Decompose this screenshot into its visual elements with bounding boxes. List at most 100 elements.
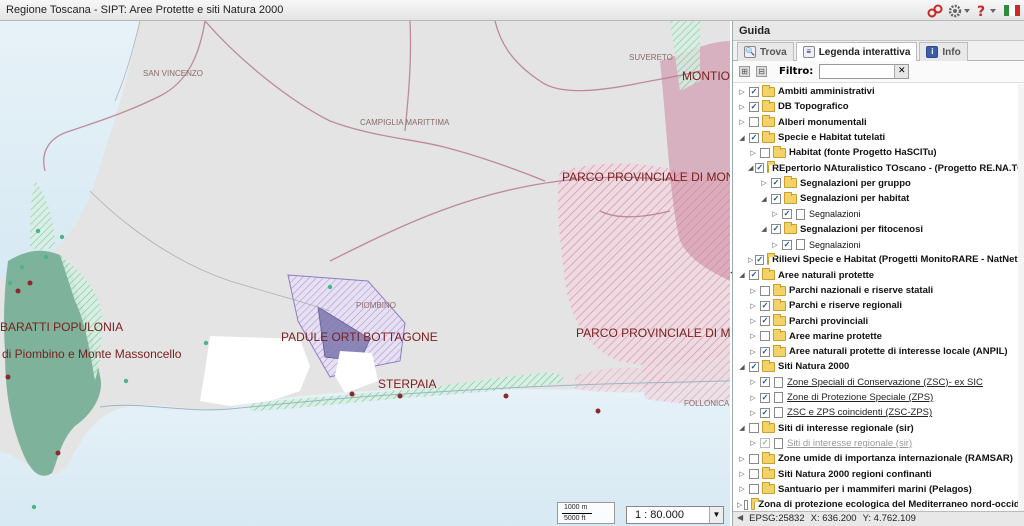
gear-icon[interactable] xyxy=(948,2,972,19)
expand-arrow-icon[interactable]: ▷ xyxy=(748,394,758,402)
layer-label[interactable]: Aree naturali protette xyxy=(778,270,874,281)
layer-label[interactable]: Segnalazioni per fitocenosi xyxy=(800,224,923,235)
collapse-all-icon[interactable]: ⊟ xyxy=(756,66,767,77)
layer-checkbox[interactable]: ✓ xyxy=(760,407,770,418)
layer-tree-row[interactable]: ▷ ✓ Aree naturali protette di interesse lo… xyxy=(733,344,1024,359)
layer-tree-row[interactable]: ◢ Siti di interesse regionale (sir) xyxy=(733,421,1024,436)
layer-label[interactable]: Habitat (fonte Progetto HaSCITu) xyxy=(789,147,937,158)
scroll-left-icon[interactable]: ◀ xyxy=(737,513,743,525)
layer-label[interactable]: Siti Natura 2000 xyxy=(778,361,849,372)
layer-tree-row[interactable]: ◢ ✓ Segnalazioni per fitocenosi xyxy=(733,222,1024,237)
layer-tree-row[interactable]: ▷ ✓ Rilievi Specie e Habitat (Progetti Mon… xyxy=(733,252,1024,267)
layer-tree-row[interactable]: ◢ ✓ Segnalazioni per habitat xyxy=(733,191,1024,206)
collapse-arrow-icon[interactable]: ◢ xyxy=(759,195,769,203)
expand-arrow-icon[interactable]: ▷ xyxy=(748,287,758,295)
help-icon[interactable]: ? xyxy=(976,2,1000,19)
layer-tree-row[interactable]: ◢ ✓ Siti Natura 2000 xyxy=(733,359,1024,374)
layer-label[interactable]: Alberi monumentali xyxy=(778,117,867,128)
layer-label[interactable]: Aree naturali protette di interesse loca… xyxy=(789,346,1008,357)
scale-select[interactable]: 1 : 80.000 ▼ xyxy=(626,506,724,524)
layer-label[interactable]: Rilievi Specie e Habitat (Progetti Monit… xyxy=(772,254,1024,265)
collapse-arrow-icon[interactable]: ◢ xyxy=(737,271,747,279)
layer-tree-row[interactable]: ▷ Parchi nazionali e riserve statali xyxy=(733,283,1024,298)
expand-arrow-icon[interactable]: ▷ xyxy=(737,455,747,463)
layer-label[interactable]: Zone di Protezione Speciale (ZPS) xyxy=(787,392,933,403)
layer-tree-row[interactable]: ▷ ✓ Segnalazioni xyxy=(733,206,1024,221)
clear-filter-icon[interactable]: ✕ xyxy=(894,65,909,78)
layer-checkbox[interactable]: ✓ xyxy=(760,438,770,449)
layer-tree-row[interactable]: ▷ Aree marine protette xyxy=(733,329,1024,344)
expand-arrow-icon[interactable]: ▷ xyxy=(759,179,769,187)
layer-label[interactable]: Zona di protezione ecologica del Mediter… xyxy=(758,499,1024,510)
tab-trova[interactable]: 🔍 Trova xyxy=(737,42,794,61)
layer-checkbox[interactable] xyxy=(749,117,759,128)
expand-arrow-icon[interactable]: ▷ xyxy=(748,439,758,447)
layer-tree-row[interactable]: ▷ Habitat (fonte Progetto HaSCITu) xyxy=(733,145,1024,160)
layer-label[interactable]: Siti di interesse regionale (sir) xyxy=(787,438,912,449)
layer-label[interactable]: Specie e Habitat tutelati xyxy=(778,132,885,143)
layer-checkbox[interactable]: ✓ xyxy=(782,209,792,220)
layer-tree-row[interactable]: ▷ ✓ Siti di interesse regionale (sir) xyxy=(733,436,1024,451)
layer-tree-row[interactable]: ▷ ✓ DB Topografico xyxy=(733,99,1024,114)
layer-label[interactable]: Segnalazioni xyxy=(809,209,861,219)
expand-arrow-icon[interactable]: ▷ xyxy=(748,348,758,356)
collapse-arrow-icon[interactable]: ◢ xyxy=(759,225,769,233)
layer-label[interactable]: Zone umide di importanza internazionale … xyxy=(778,453,1013,464)
layer-checkbox[interactable]: ✓ xyxy=(749,361,759,372)
expand-arrow-icon[interactable]: ▷ xyxy=(737,103,747,111)
layer-label[interactable]: Siti Natura 2000 regioni confinanti xyxy=(778,469,932,480)
layer-checkbox[interactable]: ✓ xyxy=(760,316,770,327)
expand-arrow-icon[interactable]: ▷ xyxy=(748,317,758,325)
expand-arrow-icon[interactable]: ▷ xyxy=(737,118,747,126)
expand-arrow-icon[interactable]: ▷ xyxy=(737,470,747,478)
layer-tree-row[interactable]: ▷ ✓ Zone Speciali di Conservazione (ZSC)- … xyxy=(733,375,1024,390)
layer-checkbox[interactable]: ✓ xyxy=(771,193,781,204)
layer-tree-row[interactable]: ◢ ✓ Aree naturali protette xyxy=(733,268,1024,283)
layer-checkbox[interactable] xyxy=(744,499,749,510)
layer-checkbox[interactable]: ✓ xyxy=(771,224,781,235)
expand-arrow-icon[interactable]: ▷ xyxy=(748,332,758,340)
map-view[interactable]: SAN VINCENZO CAMPIGLIA MARITTIMA SUVERET… xyxy=(0,21,730,526)
layer-label[interactable]: Santuario per i mammiferi marini (Pelago… xyxy=(778,484,972,495)
layer-label[interactable]: DB Topografico xyxy=(778,101,849,112)
layer-checkbox[interactable] xyxy=(749,469,759,480)
layer-tree-row[interactable]: ▷ ✓ Parchi provinciali xyxy=(733,313,1024,328)
layer-checkbox[interactable]: ✓ xyxy=(771,178,781,189)
layer-checkbox[interactable]: ✓ xyxy=(760,346,770,357)
map-canvas[interactable] xyxy=(0,21,730,526)
layer-tree-row[interactable]: ▷ Alberi monumentali xyxy=(733,115,1024,130)
layer-label[interactable]: Parchi e riserve regionali xyxy=(789,300,902,311)
layer-tree-row[interactable]: ▷ ✓ Zone di Protezione Speciale (ZPS) xyxy=(733,390,1024,405)
tab-legenda[interactable]: ≡ Legenda interattiva xyxy=(795,42,918,61)
tree-scrollbar[interactable] xyxy=(1018,84,1024,511)
link-icon[interactable] xyxy=(926,2,944,19)
collapse-arrow-icon[interactable]: ◢ xyxy=(737,424,747,432)
expand-arrow-icon[interactable]: ▷ xyxy=(748,409,758,417)
expand-arrow-icon[interactable]: ▷ xyxy=(737,485,747,493)
layer-label[interactable]: Parchi provinciali xyxy=(789,316,868,327)
layer-checkbox[interactable]: ✓ xyxy=(755,254,765,265)
expand-arrow-icon[interactable]: ▷ xyxy=(770,210,780,218)
layer-label[interactable]: Siti di interesse regionale (sir) xyxy=(778,423,914,434)
layer-checkbox[interactable]: ✓ xyxy=(749,270,759,281)
layer-checkbox[interactable] xyxy=(760,147,770,158)
layer-checkbox[interactable]: ✓ xyxy=(749,101,759,112)
layer-label[interactable]: ZSC e ZPS coincidenti (ZSC-ZPS) xyxy=(787,407,932,418)
expand-arrow-icon[interactable]: ▷ xyxy=(748,378,758,386)
filter-input[interactable]: ✕ xyxy=(819,64,910,79)
layer-checkbox[interactable]: ✓ xyxy=(749,86,759,97)
tab-info[interactable]: i Info xyxy=(919,42,968,61)
expand-all-icon[interactable]: ⊞ xyxy=(739,66,750,77)
layer-checkbox[interactable]: ✓ xyxy=(760,392,770,403)
expand-arrow-icon[interactable]: ▷ xyxy=(737,501,742,509)
layer-tree-row[interactable]: ▷ ✓ Segnalazioni xyxy=(733,237,1024,252)
layer-checkbox[interactable] xyxy=(760,331,770,342)
expand-arrow-icon[interactable]: ▷ xyxy=(748,302,758,310)
chevron-down-icon[interactable]: ▼ xyxy=(709,507,723,523)
expand-arrow-icon[interactable]: ▷ xyxy=(770,241,780,249)
layer-checkbox[interactable] xyxy=(749,484,759,495)
expand-arrow-icon[interactable]: ▷ xyxy=(737,88,747,96)
layer-tree-row[interactable]: ◢ ✓ Specie e Habitat tutelati xyxy=(733,130,1024,145)
layer-tree-row[interactable]: ▷ Siti Natura 2000 regioni confinanti xyxy=(733,466,1024,481)
expand-arrow-icon[interactable]: ▷ xyxy=(748,256,753,264)
